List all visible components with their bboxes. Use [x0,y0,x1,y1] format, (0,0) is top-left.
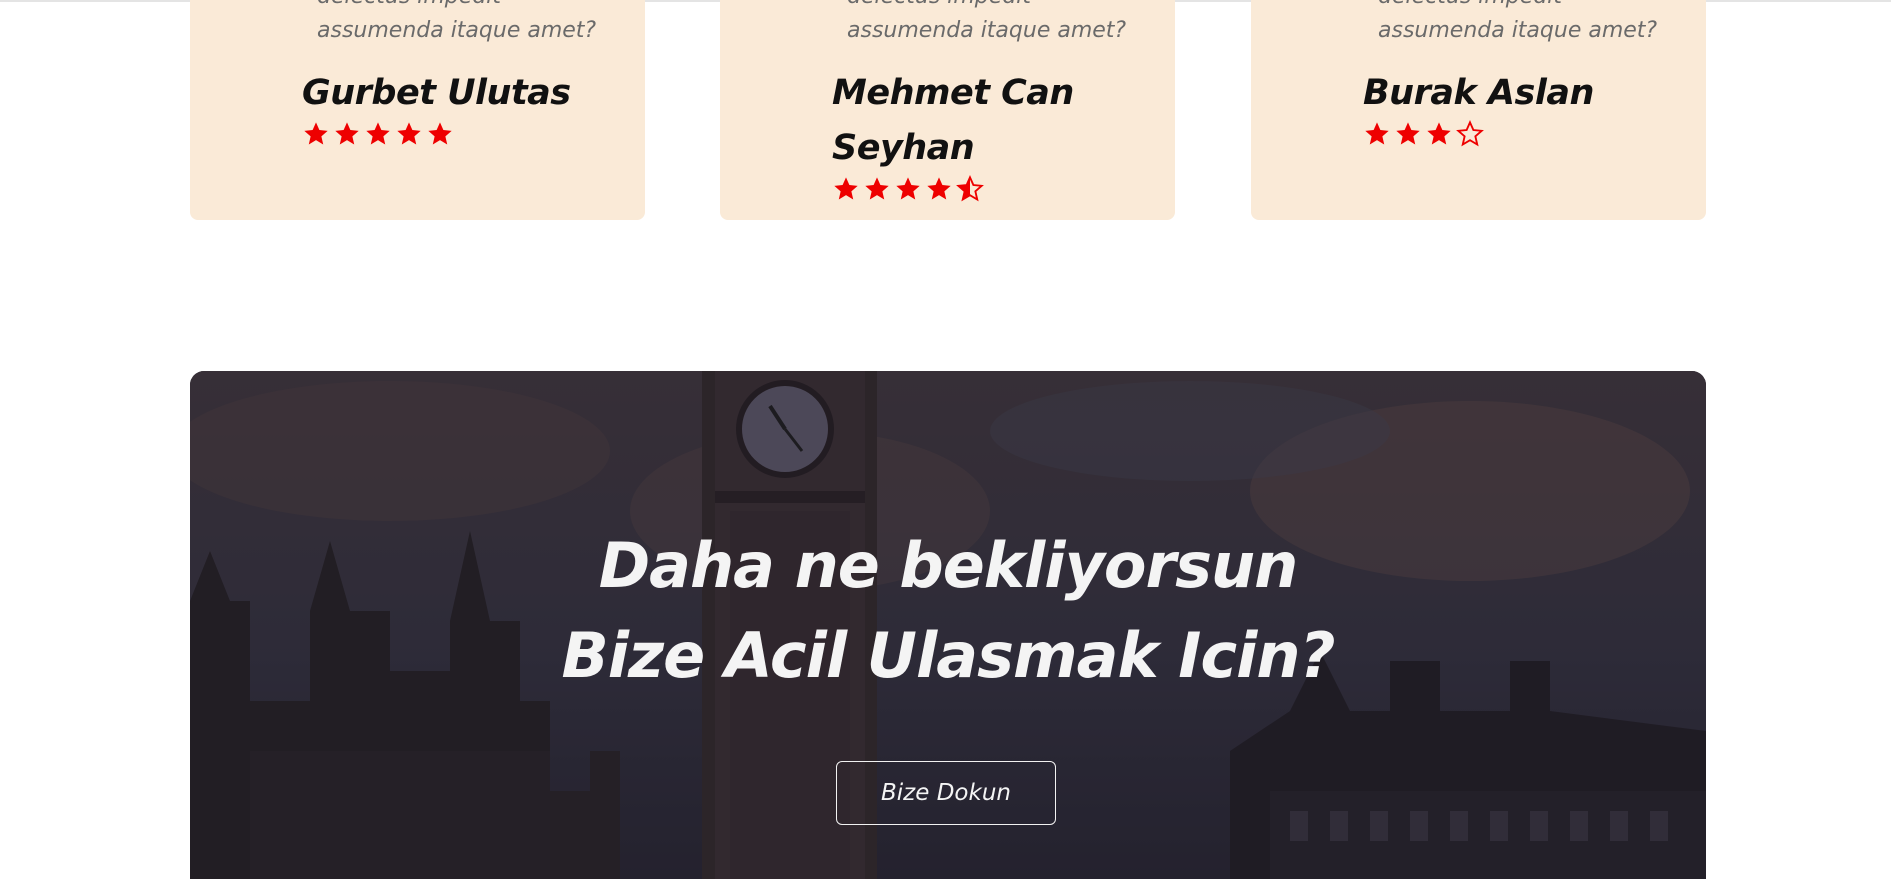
star-icon [832,175,860,203]
page: delectus impedit assumenda itaque amet? … [0,0,1891,879]
quote-line: assumenda itaque amet? [317,18,597,43]
star-empty-icon [1456,120,1484,148]
cta-banner: Daha ne bekliyorsun Bize Acil Ulasmak Ic… [190,371,1706,879]
testimonial-quote: delectus impedit assumenda itaque amet? [847,0,1167,48]
testimonial-card: delectus impedit assumenda itaque amet? … [720,0,1175,220]
cta-headline-line: Bize Acil Ulasmak Icin? [561,619,1336,692]
testimonial-name: Mehmet Can Seyhan [832,73,1074,168]
testimonial-card: delectus impedit assumenda itaque amet? … [190,0,645,220]
star-icon [426,120,454,148]
cta-headline-line: Daha ne bekliyorsun [598,529,1299,602]
quote-line: delectus impedit [1378,0,1698,14]
testimonial-card: delectus impedit assumenda itaque amet? … [1251,0,1706,220]
star-icon [863,175,891,203]
rating-stars [1363,120,1484,148]
star-icon [1363,120,1391,148]
testimonial-quote: delectus impedit assumenda itaque amet? [317,0,637,48]
testimonial-name: Burak Aslan [1363,73,1594,113]
star-icon [302,120,330,148]
quote-line: assumenda itaque amet? [1378,18,1658,43]
quote-line: assumenda itaque amet? [847,18,1127,43]
testimonial-name: Gurbet Ulutas [302,73,571,113]
contact-us-button[interactable]: Bize Dokun [836,761,1056,825]
star-half-icon [956,175,984,203]
star-icon [894,175,922,203]
cta-headline: Daha ne bekliyorsun Bize Acil Ulasmak Ic… [190,521,1706,701]
star-icon [1425,120,1453,148]
star-icon [364,120,392,148]
star-icon [1394,120,1422,148]
star-icon [925,175,953,203]
rating-stars [832,175,984,203]
rating-stars [302,120,454,148]
star-icon [395,120,423,148]
quote-line: delectus impedit [317,0,637,14]
testimonial-quote: delectus impedit assumenda itaque amet? [1378,0,1698,48]
star-icon [333,120,361,148]
quote-line: delectus impedit [847,0,1167,14]
